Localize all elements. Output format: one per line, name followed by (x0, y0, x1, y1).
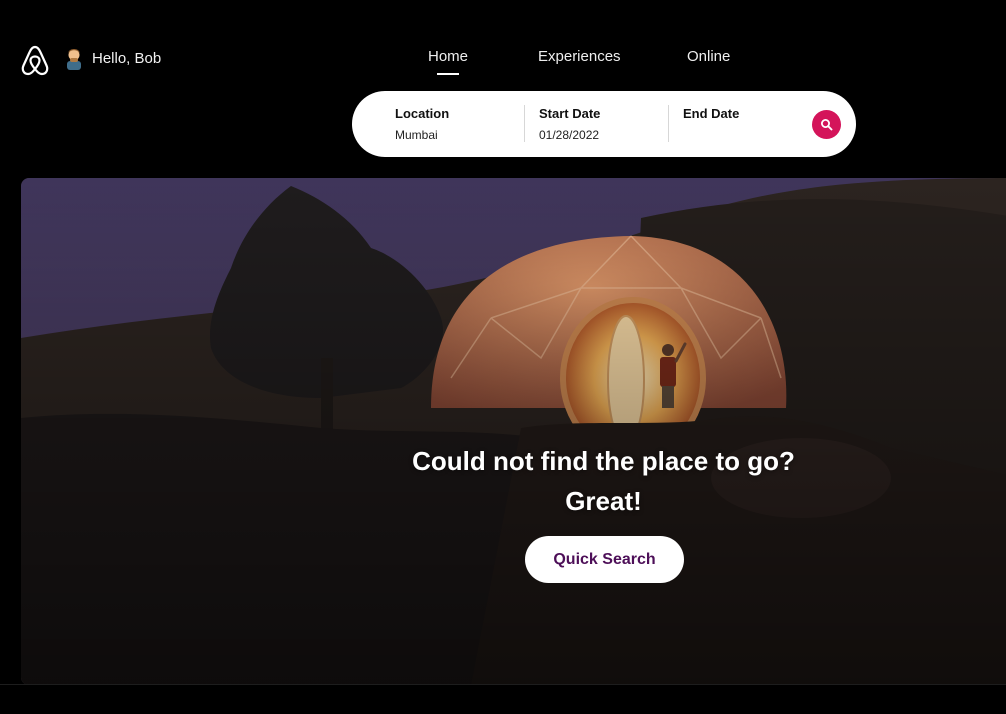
hero-headline-line1: Could not find the place to go? (412, 446, 795, 476)
end-date-label: End Date (683, 106, 740, 121)
hero-dome-tent-image (21, 178, 1006, 685)
location-label: Location (395, 106, 450, 121)
search-icon (821, 119, 833, 131)
nav-experiences[interactable]: Experiences (538, 48, 621, 65)
quick-search-button[interactable]: Quick Search (525, 536, 684, 583)
location-input[interactable]: Mumbai (395, 128, 449, 142)
nav-home[interactable]: Home (428, 48, 468, 65)
nav-online[interactable]: Online (687, 48, 730, 65)
start-date-label: Start Date (539, 106, 601, 121)
main-nav: Home Experiences Online (0, 48, 1006, 78)
hero-banner: Could not find the place to go? Great! Q… (21, 178, 1006, 685)
start-date-field[interactable]: Start Date 01/28/2022 (539, 106, 600, 144)
location-field[interactable]: Location Mumbai (395, 106, 449, 144)
start-date-input[interactable]: 01/28/2022 (539, 128, 600, 142)
divider (524, 105, 525, 142)
divider (0, 684, 1006, 685)
divider (668, 105, 669, 142)
end-date-field[interactable]: End Date (683, 106, 739, 144)
search-bar: Location Mumbai Start Date 01/28/2022 En… (352, 91, 856, 157)
search-button[interactable] (812, 110, 841, 139)
hero-headline-line2: Great! (565, 486, 642, 516)
